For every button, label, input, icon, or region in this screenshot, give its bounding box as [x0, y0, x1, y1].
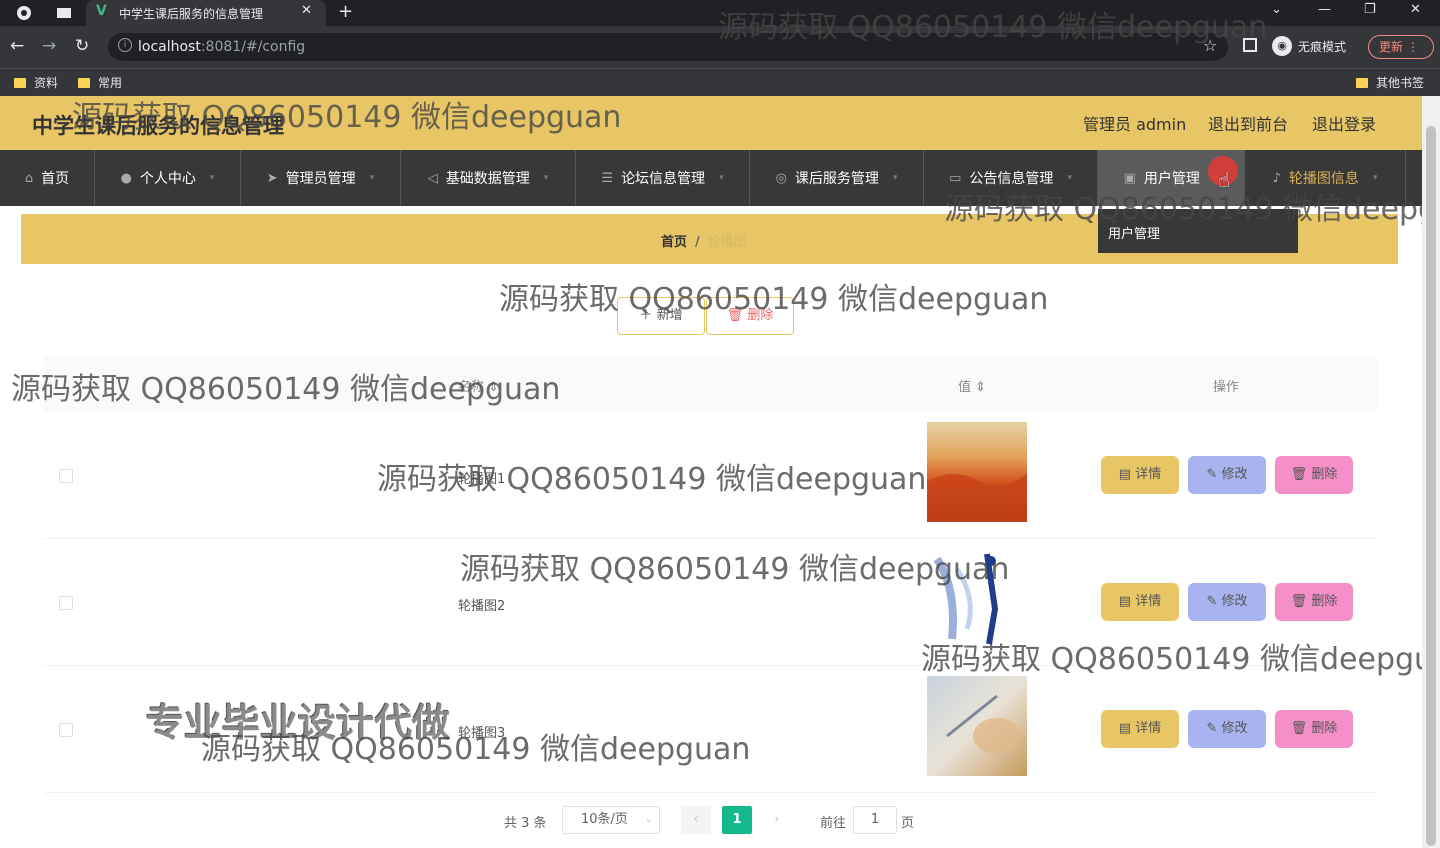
browser-update-button[interactable]: 更新 ⋮ — [1368, 35, 1434, 59]
menu-icon: ☰ — [601, 170, 614, 186]
tab-close-icon[interactable]: ✕ — [301, 3, 312, 18]
restore-icon[interactable]: ❐ — [1364, 2, 1376, 17]
incognito-indicator[interactable]: ◉ 无痕模式 — [1272, 36, 1346, 56]
row-name: 轮播图2 — [458, 599, 506, 614]
column-header-value[interactable]: 值 ⇕ — [958, 376, 986, 395]
pencil-icon: ✎ — [1206, 467, 1218, 482]
row-checkbox[interactable] — [59, 596, 73, 610]
trash-icon: 🗑 — [1290, 721, 1308, 736]
watermark: 源码获取 QQ86050149 微信deepguan — [944, 192, 1422, 227]
bookmark-folder[interactable]: 常用 — [78, 74, 122, 91]
chevron-down-icon: ▾ — [209, 173, 215, 183]
reload-icon[interactable]: ↻ — [75, 36, 89, 56]
watermark: 源码获取 QQ86050149 微信deepguan — [72, 100, 622, 135]
pagination-total: 共 3 条 — [504, 816, 547, 831]
incognito-icon: ◉ — [1272, 36, 1292, 56]
pencil-icon: ✎ — [1206, 594, 1218, 609]
nav-item-service[interactable]: ◎ 课后服务管理 ▾ — [750, 150, 924, 206]
watermark: 源码获取 QQ86050149 微信deepguan — [377, 462, 927, 497]
home-icon: ⌂ — [24, 170, 34, 186]
detail-button[interactable]: ▤ 详情 — [1101, 583, 1179, 621]
detail-button[interactable]: ▤ 详情 — [1101, 456, 1179, 494]
other-bookmarks[interactable]: 其他书签 — [1356, 74, 1424, 91]
vue-logo-icon: V — [96, 3, 107, 19]
row-checkbox[interactable] — [59, 723, 73, 737]
scrollbar-thumb[interactable] — [1426, 126, 1436, 846]
url-text: localhost:8081/#/config — [138, 39, 306, 55]
exit-to-front-link[interactable]: 退出到前台 — [1208, 111, 1288, 135]
browser-tab[interactable]: V 中学生课后服务的信息管理 ✕ — [86, 0, 326, 26]
watermark: 源码获取 QQ86050149 微信deepguan — [921, 642, 1422, 677]
chevron-down-icon: ⌄ — [644, 814, 653, 825]
logout-link[interactable]: 退出登录 — [1312, 111, 1376, 135]
new-tab-icon[interactable]: + — [338, 1, 353, 22]
carousel-image — [927, 676, 1027, 776]
forward-icon[interactable]: → — [42, 36, 56, 56]
folder-icon — [78, 77, 90, 88]
prev-page-icon[interactable]: ‹ — [681, 806, 711, 834]
pagination: 共 3 条 10条/页 ⌄ ‹ 1 › 前往 1 页 — [0, 806, 1422, 836]
folder-icon — [14, 77, 26, 88]
send-icon: ➤ — [266, 170, 278, 186]
watermark: 源码获取 QQ86050149 微信deepguan — [201, 732, 751, 767]
chevron-down-icon: ▾ — [1372, 173, 1378, 183]
carousel-image — [927, 422, 1027, 522]
delete-button[interactable]: 🗑 删除 — [1275, 583, 1353, 621]
tab-list-chevron-icon[interactable]: ⌄ — [1271, 2, 1282, 17]
nav-item-home[interactable]: ⌂ 首页 — [0, 150, 95, 206]
page-scrollbar[interactable] — [1422, 96, 1440, 848]
browser-logo-icon[interactable] — [16, 5, 32, 21]
page-suffix: 页 — [901, 816, 915, 831]
breadcrumb-separator: / — [695, 235, 700, 250]
edit-button[interactable]: ✎ 修改 — [1188, 456, 1266, 494]
breadcrumb-home[interactable]: 首页 — [661, 235, 687, 250]
chevron-down-icon: ▾ — [719, 173, 724, 183]
edit-button[interactable]: ✎ 修改 — [1188, 710, 1266, 748]
nav-item-basic-data[interactable]: ◁ 基础数据管理 ▾ — [401, 150, 576, 206]
chevron-down-icon: ▾ — [543, 173, 549, 183]
tab-search-icon[interactable] — [56, 5, 72, 21]
tab-title: 中学生课后服务的信息管理 — [119, 7, 264, 21]
compass-icon: ◎ — [775, 170, 787, 186]
detail-button[interactable]: ▤ 详情 — [1101, 710, 1179, 748]
doc-icon: ▤ — [1118, 721, 1132, 736]
edit-button[interactable]: ✎ 修改 — [1188, 583, 1266, 621]
chevron-down-icon: ▾ — [892, 173, 898, 183]
row-checkbox[interactable] — [59, 469, 73, 483]
bookmark-folder[interactable]: 资料 — [14, 74, 58, 91]
admin-label: 管理员 admin — [1083, 115, 1187, 134]
column-header-actions: 操作 — [1213, 380, 1240, 395]
nav-item-profile[interactable]: ● 个人中心 ▾ — [95, 150, 241, 206]
delete-button[interactable]: 🗑 删除 — [1275, 456, 1353, 494]
user-icon: ● — [120, 170, 132, 186]
site-info-icon[interactable]: i — [118, 38, 132, 52]
location-icon: ◁ — [427, 170, 438, 186]
nav-item-forum[interactable]: ☰ 论坛信息管理 ▾ — [576, 150, 750, 206]
goto-page-input[interactable]: 1 — [853, 806, 897, 834]
watermark: 源码获取 QQ86050149 微信deepguan — [718, 10, 1268, 45]
watermark: 源码获取 QQ86050149 微信deepguan — [460, 552, 1010, 587]
pencil-icon: ✎ — [1206, 721, 1218, 736]
watermark: 源码获取 QQ86050149 微信deepguan — [499, 282, 1049, 317]
back-icon[interactable]: ← — [10, 36, 24, 56]
page-number-current[interactable]: 1 — [722, 806, 752, 834]
breadcrumb-current: 轮播图 — [707, 235, 747, 250]
minimize-icon[interactable]: — — [1318, 2, 1331, 17]
nav-item-admin[interactable]: ➤ 管理员管理 ▾ — [241, 150, 401, 206]
goto-label: 前往 — [820, 816, 847, 831]
delete-button[interactable]: 🗑 删除 — [1275, 710, 1353, 748]
chevron-down-icon: ▾ — [1067, 173, 1072, 183]
trash-icon: 🗑 — [1290, 467, 1308, 482]
doc-icon: ▤ — [1118, 467, 1132, 482]
page-size-select[interactable]: 10条/页 ⌄ — [562, 806, 660, 834]
next-page-icon[interactable]: › — [762, 806, 792, 834]
trash-icon: 🗑 — [1290, 594, 1308, 609]
doc-icon: ▤ — [1118, 594, 1132, 609]
watermark: 源码获取 QQ86050149 微信deepguan — [11, 372, 561, 407]
folder-icon — [1356, 77, 1368, 88]
window-close-icon[interactable]: ✕ — [1410, 2, 1421, 17]
chevron-down-icon: ▾ — [369, 173, 375, 183]
